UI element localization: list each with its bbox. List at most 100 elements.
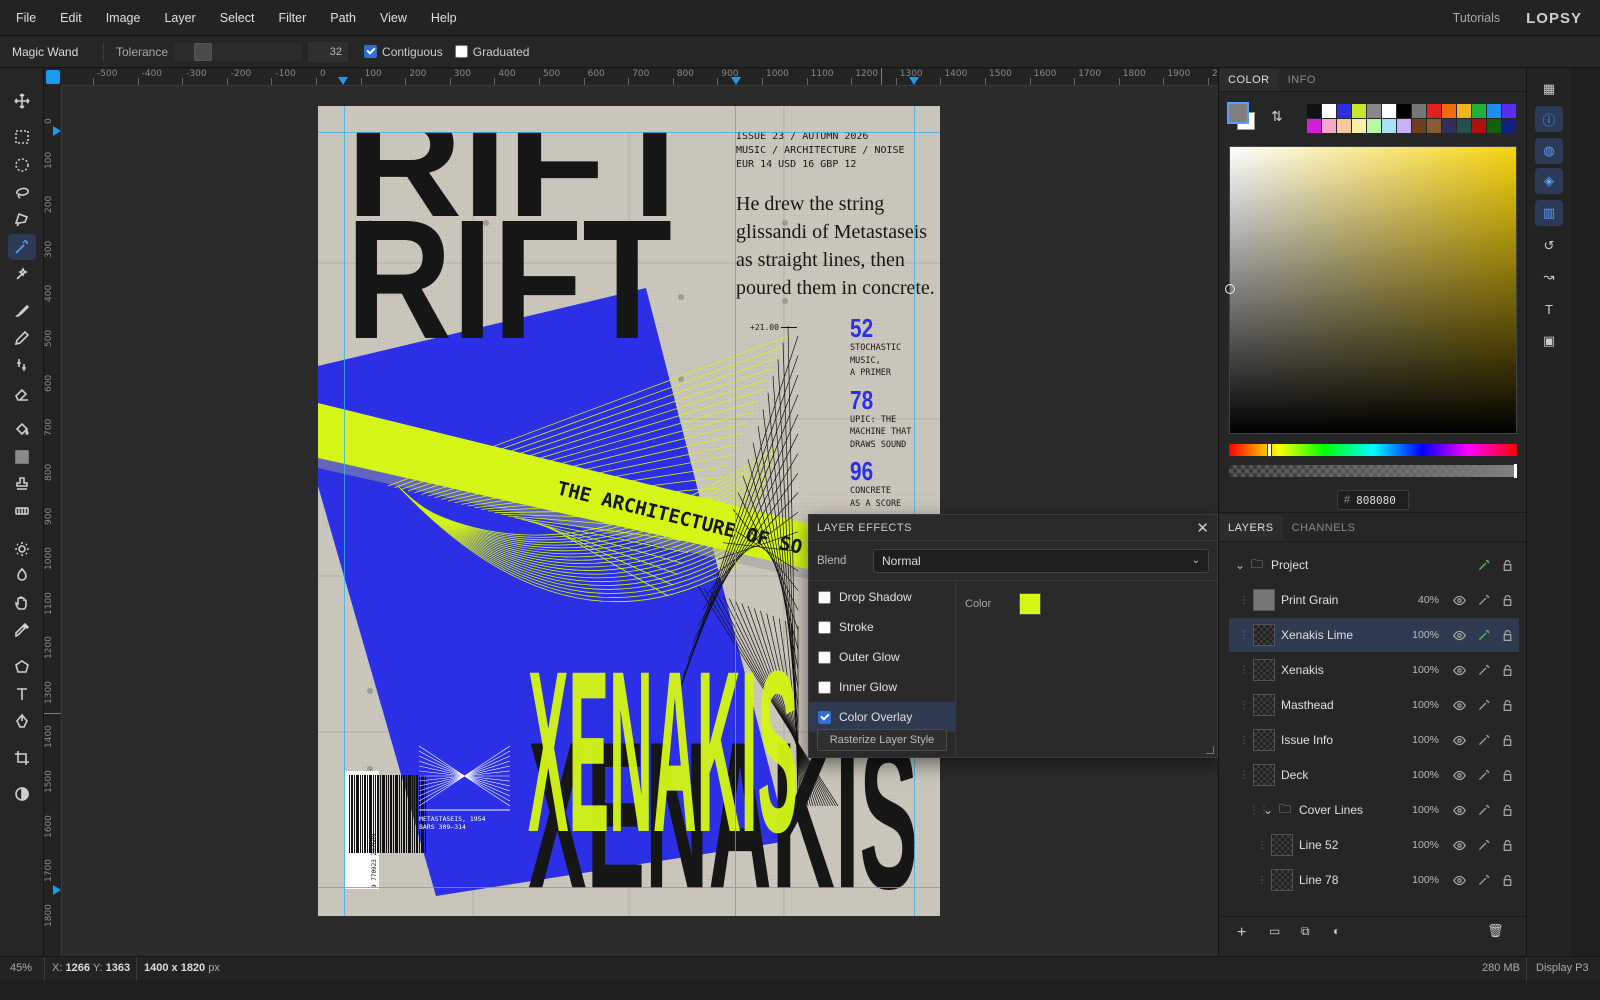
- palette-icon[interactable]: ◍: [1535, 138, 1563, 164]
- type-icon[interactable]: T: [1535, 296, 1563, 322]
- color-swatch[interactable]: [1472, 119, 1486, 133]
- artboard[interactable]: XENAKIS XENAKIS RIFT RIFT THE ARCHITECTU…: [318, 106, 940, 916]
- layer-fx-icon[interactable]: [1471, 874, 1495, 887]
- layer-fx-icon[interactable]: [1471, 804, 1495, 817]
- ruler-horizontal[interactable]: -500 -400 -300 -200 -100 0 100 200 300 400 500 600 7…: [62, 68, 1218, 86]
- layer-fx-icon[interactable]: [1471, 839, 1495, 852]
- layer-fx-icon[interactable]: [1471, 769, 1495, 782]
- tutorials-link[interactable]: Tutorials: [1453, 11, 1500, 25]
- tab-layers[interactable]: LAYERS: [1219, 514, 1283, 541]
- contiguous-checkbox[interactable]: [364, 45, 378, 58]
- fill-tool[interactable]: [8, 416, 36, 442]
- pencil-tool[interactable]: [8, 325, 36, 351]
- burn-tool[interactable]: [8, 562, 36, 588]
- hue-slider[interactable]: [1229, 443, 1517, 457]
- drag-handle-icon[interactable]: ⋮⋮: [1239, 735, 1259, 746]
- drag-handle-icon[interactable]: ⋮⋮: [1239, 595, 1259, 606]
- rasterize-button[interactable]: Rasterize Layer Style: [817, 729, 947, 751]
- tolerance-slider-thumb[interactable]: [194, 42, 213, 61]
- effect-checkbox[interactable]: [818, 710, 831, 724]
- menu-view[interactable]: View: [368, 11, 419, 25]
- tab-channels[interactable]: CHANNELS: [1283, 514, 1365, 541]
- color-swatch[interactable]: [1472, 104, 1486, 118]
- color-swatch[interactable]: [1367, 104, 1381, 118]
- ellipse-select-tool[interactable]: [8, 152, 36, 178]
- move-tool[interactable]: [8, 88, 36, 114]
- lock-icon[interactable]: [1495, 559, 1519, 572]
- grid-icon[interactable]: ▦: [1535, 76, 1563, 102]
- color-swatch[interactable]: [1382, 119, 1396, 133]
- layer-fx-icon[interactable]: [1471, 629, 1495, 642]
- drag-handle-icon[interactable]: ⋮⋮: [1249, 805, 1269, 816]
- hue-slider-thumb[interactable]: [1267, 443, 1272, 457]
- layer-row[interactable]: ⋮⋮ Print Grain 40%: [1229, 583, 1519, 617]
- color-swatch[interactable]: [1307, 104, 1321, 118]
- hand-tool[interactable]: [8, 590, 36, 616]
- color-swatch[interactable]: [1487, 104, 1501, 118]
- visibility-eye-icon[interactable]: [1447, 734, 1471, 747]
- blend-select[interactable]: Normal ⌄: [873, 548, 1209, 573]
- color-swatch[interactable]: [1322, 104, 1336, 118]
- color-profile[interactable]: Display P3: [1536, 962, 1589, 974]
- gradient-tool[interactable]: [8, 444, 36, 470]
- menu-edit[interactable]: Edit: [48, 11, 94, 25]
- paths-icon[interactable]: ↝: [1535, 264, 1563, 290]
- menu-help[interactable]: Help: [419, 11, 469, 25]
- shape-tool[interactable]: [8, 654, 36, 680]
- layer-fx-icon[interactable]: [1471, 594, 1495, 607]
- layer-fx-icon[interactable]: [1471, 664, 1495, 677]
- channels-icon[interactable]: ▥: [1535, 200, 1563, 226]
- new-group-icon[interactable]: ▭: [1269, 924, 1287, 942]
- layer-row[interactable]: ⋮⋮ Xenakis 100%: [1229, 653, 1519, 687]
- layer-row[interactable]: ⋮⋮ Line 52 100%: [1229, 828, 1519, 862]
- color-swatch[interactable]: [1427, 104, 1441, 118]
- guide-marker-icon[interactable]: [731, 77, 741, 85]
- menu-image[interactable]: Image: [94, 11, 153, 25]
- guide-h2[interactable]: [318, 887, 940, 888]
- lock-icon[interactable]: [1495, 839, 1519, 852]
- color-swatch[interactable]: [1487, 119, 1501, 133]
- guide-h1[interactable]: [318, 132, 940, 133]
- clone-tool[interactable]: [8, 352, 36, 378]
- ruler-origin-icon[interactable]: [46, 70, 60, 84]
- swap-colors-icon[interactable]: ⇅: [1271, 108, 1283, 125]
- layer-row[interactable]: ⋮⋮ Deck 100%: [1229, 758, 1519, 792]
- guide-v1[interactable]: [344, 106, 345, 916]
- effect-checkbox[interactable]: [818, 680, 831, 694]
- lock-icon[interactable]: [1495, 769, 1519, 782]
- menu-path[interactable]: Path: [318, 11, 368, 25]
- text-tool[interactable]: [8, 681, 36, 707]
- color-picker-cursor[interactable]: [1225, 284, 1235, 294]
- menu-select[interactable]: Select: [208, 11, 267, 25]
- eyedropper-tool[interactable]: [8, 617, 36, 643]
- dodge-tool[interactable]: [8, 536, 36, 562]
- eraser-tool[interactable]: [8, 380, 36, 406]
- guide-marker-icon[interactable]: [53, 885, 61, 895]
- heal-tool[interactable]: [8, 498, 36, 524]
- image-icon[interactable]: ▣: [1535, 328, 1563, 354]
- lock-icon[interactable]: [1495, 804, 1519, 817]
- drag-handle-icon[interactable]: ⋮⋮: [1239, 770, 1259, 781]
- drag-handle-icon[interactable]: ⋮⋮: [1239, 630, 1259, 641]
- layer-fx-icon[interactable]: [1471, 559, 1495, 572]
- visibility-eye-icon[interactable]: [1447, 804, 1471, 817]
- duplicate-layer-icon[interactable]: ⧉: [1301, 924, 1319, 942]
- stamp-tool[interactable]: [8, 471, 36, 497]
- color-swatch[interactable]: [1337, 119, 1351, 133]
- contiguous-option[interactable]: Contiguous: [364, 45, 443, 59]
- contrast-tool[interactable]: [8, 781, 36, 807]
- drag-handle-icon[interactable]: ⋮⋮: [1257, 875, 1277, 886]
- visibility-eye-icon[interactable]: [1447, 769, 1471, 782]
- graduated-checkbox[interactable]: [454, 45, 468, 58]
- color-swatch[interactable]: [1412, 104, 1426, 118]
- tab-color[interactable]: COLOR: [1219, 68, 1279, 91]
- visibility-eye-icon[interactable]: [1447, 594, 1471, 607]
- lock-icon[interactable]: [1495, 874, 1519, 887]
- hex-input[interactable]: # 808080: [1337, 490, 1409, 510]
- layer-fx-icon[interactable]: [1471, 699, 1495, 712]
- rect-select-tool[interactable]: [8, 124, 36, 150]
- effect-checkbox[interactable]: [818, 650, 831, 664]
- visibility-eye-icon[interactable]: [1447, 839, 1471, 852]
- lock-icon[interactable]: [1495, 699, 1519, 712]
- drag-handle-icon[interactable]: ⋮⋮: [1239, 700, 1259, 711]
